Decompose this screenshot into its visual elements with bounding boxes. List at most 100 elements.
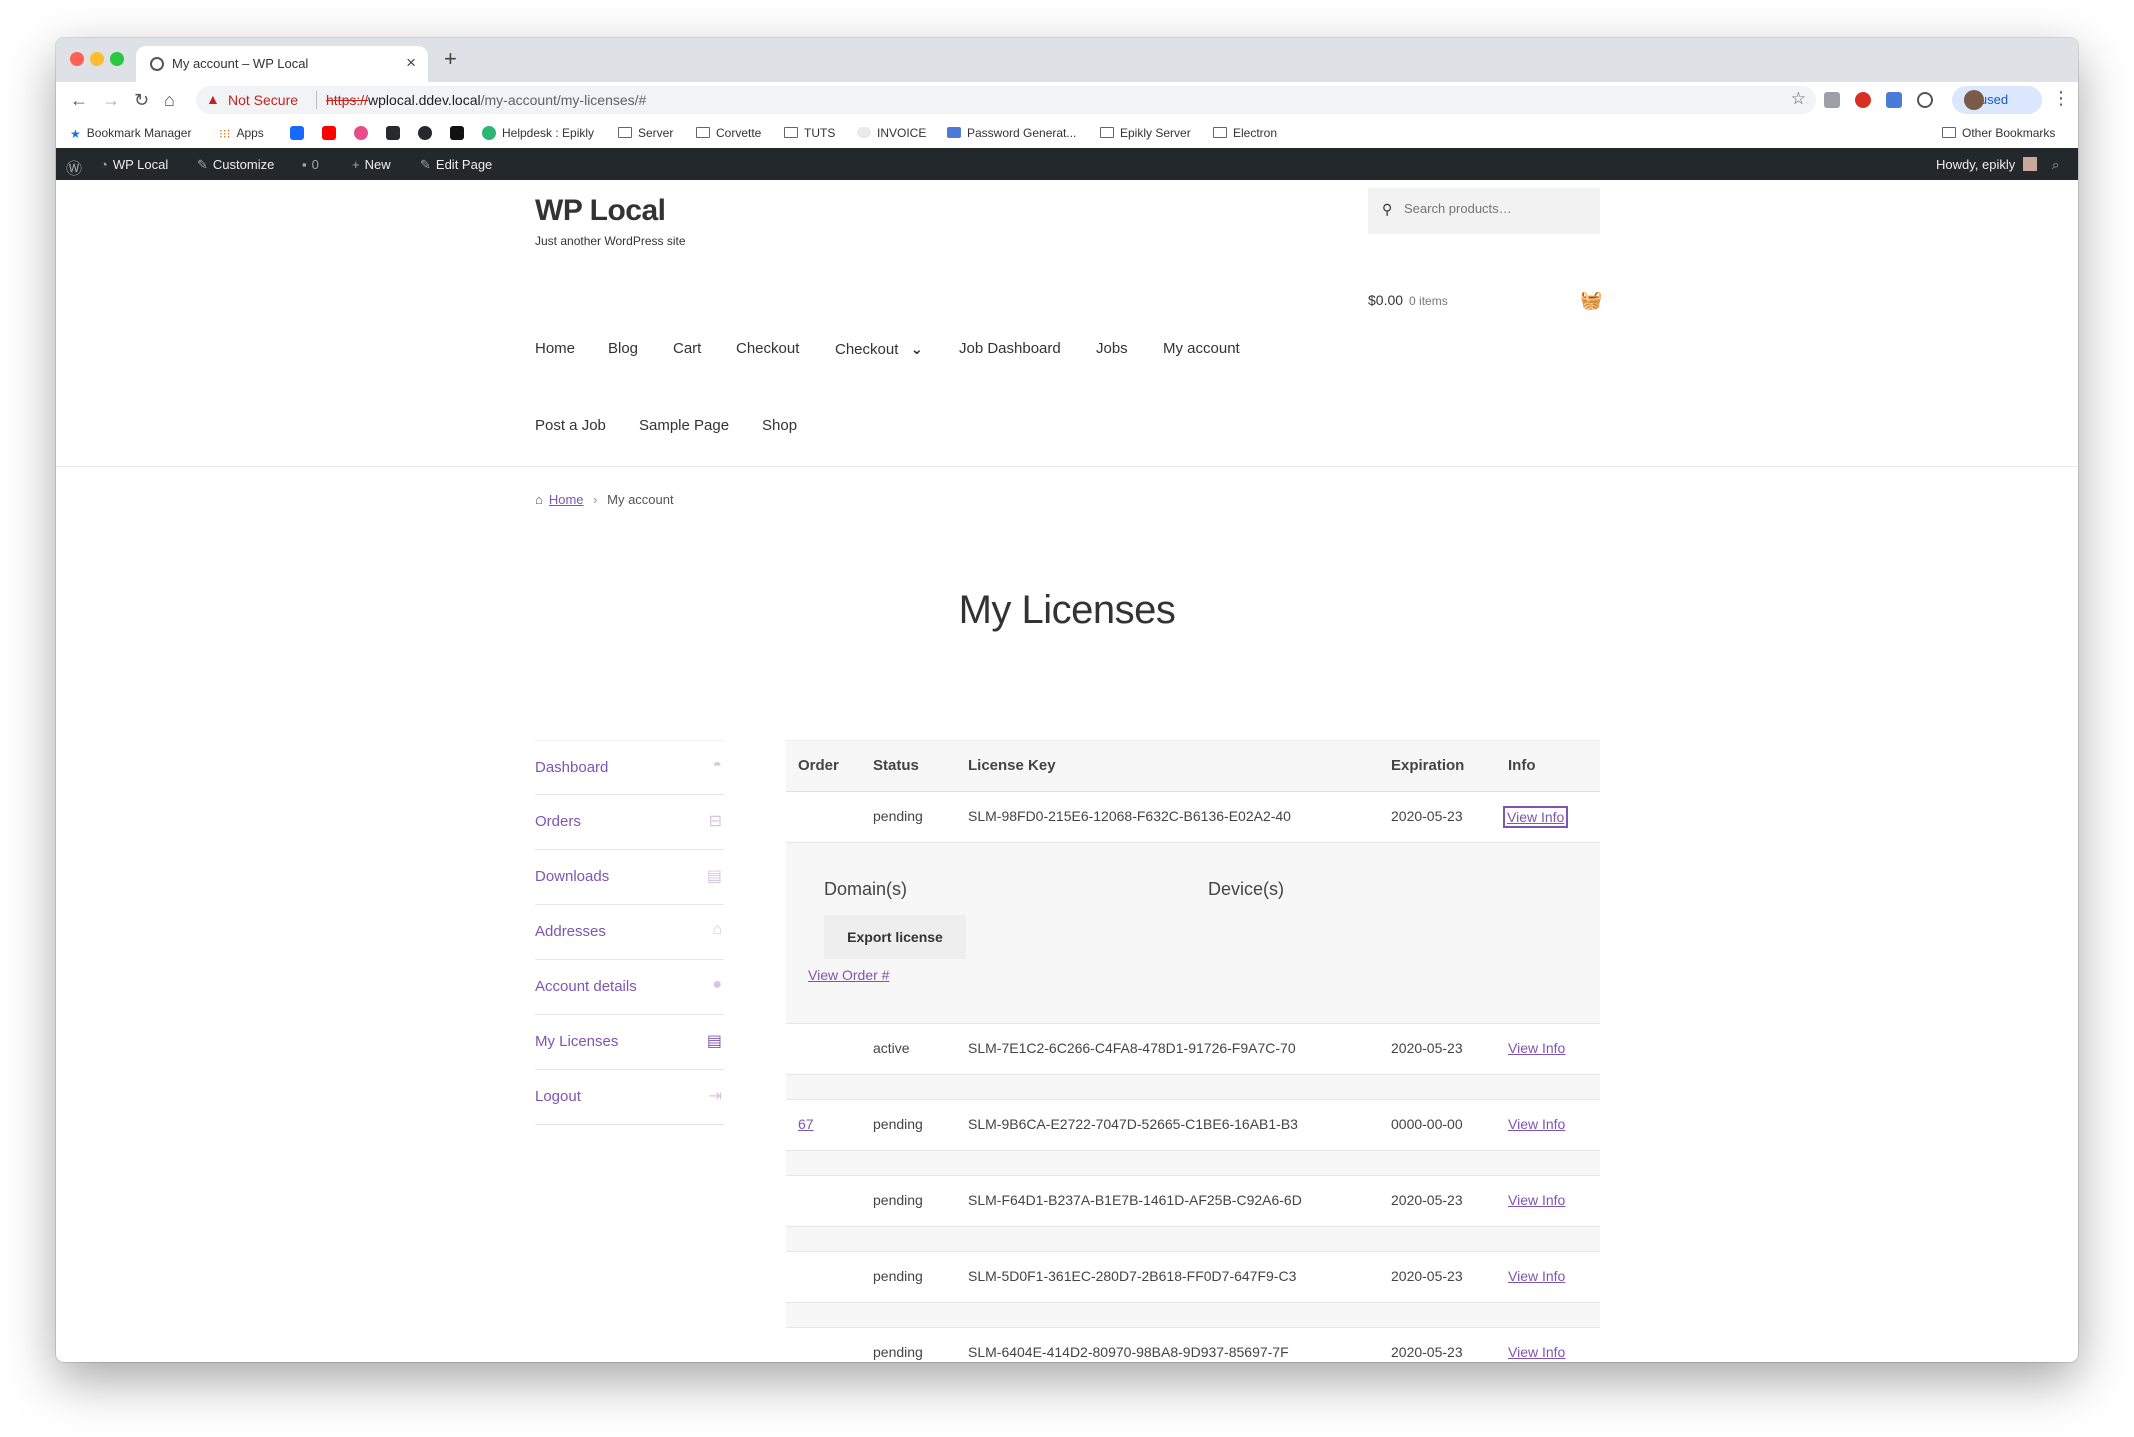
menu-item-post-a-job[interactable]: Post a Job [535, 417, 606, 434]
menu-item-home[interactable]: Home [535, 340, 575, 357]
view-info-link[interactable]: View Info [1508, 1344, 1565, 1360]
export-license-button[interactable]: Export license [824, 915, 966, 959]
tab-close-icon[interactable]: × [406, 53, 416, 73]
howdy-label: Howdy, epikly [1936, 157, 2016, 172]
bookmark-item[interactable]: Password Generat... [947, 126, 1076, 140]
reload-icon[interactable]: ↻ [134, 88, 149, 112]
account-nav-downloads[interactable]: Downloads ▤ [535, 850, 724, 905]
breadcrumb: ⌂ Home › My account [535, 492, 674, 507]
bookmark-item[interactable]: Helpdesk : Epikly [482, 126, 594, 140]
account-nav-addresses[interactable]: Addresses ⌂ [535, 905, 724, 960]
plex-icon [386, 126, 400, 140]
bookmark-star-icon[interactable]: ☆ [1791, 89, 1806, 109]
site-title[interactable]: WP Local [535, 194, 666, 228]
license-key-cell: SLM-9B6CA-E2722-7047D-52665-C1BE6-16AB1-… [968, 1116, 1298, 1132]
bookmark-label: INVOICE [877, 126, 927, 140]
bookmark-item[interactable]: Electron [1213, 126, 1277, 140]
zoom-window-button[interactable] [110, 52, 124, 66]
forward-arrow-icon[interactable]: → [102, 88, 120, 112]
view-order-link[interactable]: View Order # [808, 967, 889, 983]
new-tab-button[interactable]: + [444, 48, 457, 70]
bookmark-item[interactable] [418, 126, 438, 140]
adminbar-customize[interactable]: ✎ Customize [197, 157, 274, 173]
wordpress-logo-icon[interactable]: Ⓦ [66, 155, 82, 179]
order-link[interactable]: 67 [798, 1116, 814, 1132]
table-row: pending SLM-F64D1-B237A-B1E7B-1461D-AF25… [786, 1176, 1600, 1227]
bookmark-item[interactable]: TUTS [784, 126, 835, 140]
license-key-cell: SLM-5D0F1-361EC-280D7-2B618-FF0D7-647F9-… [968, 1268, 1297, 1284]
bookmark-item[interactable]: INVOICE [857, 126, 926, 140]
wp-admin-bar: Ⓦ ◔ WP Local ✎ Customize ▪ 0 + New ✎ Edit Pag… [56, 148, 2078, 180]
account-nav-dashboard[interactable]: Dashboard ◓ [535, 740, 724, 795]
account-nav-logout[interactable]: Logout ⇥ [535, 1070, 724, 1125]
bookmark-label: Helpdesk : Epikly [502, 126, 595, 140]
bookmark-item[interactable] [354, 126, 374, 140]
adminbar-edit-page[interactable]: ✎ Edit Page [420, 157, 492, 173]
other-bookmarks[interactable]: Other Bookmarks [1942, 126, 2055, 140]
bookmark-item[interactable]: Server [618, 126, 673, 140]
bookmark-item[interactable]: ★ Bookmark Manager [70, 126, 191, 141]
browser-toolbar: ← → ↻ ⌂ ▲ Not Secure https://wplocal.dde… [56, 82, 2078, 118]
browser-menu-icon[interactable]: ⋮ [2052, 88, 2070, 109]
status-cell: active [873, 1040, 910, 1056]
account-nav-orders[interactable]: Orders ⊟ [535, 795, 724, 850]
menu-item-jobs[interactable]: Jobs [1096, 340, 1128, 357]
account-nav-my-licenses[interactable]: My Licenses ▤ [535, 1015, 724, 1070]
url-path: /my-account/my-licenses/# [480, 92, 647, 108]
back-arrow-icon[interactable]: ← [70, 88, 88, 112]
adminbar-new[interactable]: + New [352, 157, 391, 172]
view-info-link[interactable]: View Info [1508, 1116, 1565, 1132]
adminbar-howdy[interactable]: Howdy, epikly [1936, 157, 2038, 172]
account-nav-label: Logout [535, 1088, 581, 1105]
adblock-extension-icon[interactable] [1855, 92, 1871, 108]
bookmark-item[interactable]: Corvette [696, 126, 761, 140]
menu-item-shop[interactable]: Shop [762, 417, 797, 434]
view-info-link[interactable]: View Info [1508, 1192, 1565, 1208]
minimize-window-button[interactable] [90, 52, 104, 66]
logout-icon: ⇥ [708, 1088, 722, 1105]
url-text[interactable]: https://wplocal.ddev.local/my-account/my… [326, 92, 646, 108]
account-navigation: Dashboard ◓ Orders ⊟ Downloads ▤ Addresses ⌂… [535, 740, 724, 1125]
home-icon[interactable]: ⌂ [164, 88, 175, 112]
menu-item-checkout[interactable]: Checkout [736, 340, 799, 357]
header-cart[interactable]: $0.00 0 items [1368, 292, 1448, 308]
bookmark-label: Electron [1233, 126, 1278, 140]
adminbar-search-icon[interactable]: ⌕ [2052, 157, 2059, 173]
page-content: WP Local Just another WordPress site ⚲ H… [56, 180, 2078, 1362]
table-row: pending SLM-6404E-414D2-80970-98BA8-9D93… [786, 1328, 1600, 1362]
folder-icon [696, 127, 710, 138]
adminbar-comments[interactable]: ▪ 0 [302, 157, 319, 172]
view-info-link[interactable]: View Info [1508, 1040, 1565, 1056]
close-window-button[interactable] [70, 52, 84, 66]
menu-item-checkout-dropdown[interactable]: Checkout ⌄ [835, 340, 923, 358]
table-header: Order Status License Key Expiration Info [786, 740, 1600, 792]
block-extension-icon[interactable] [1917, 92, 1933, 108]
address-divider [316, 91, 317, 109]
extension-icon[interactable] [1886, 92, 1902, 108]
basket-icon[interactable]: 🧺 [1580, 290, 1602, 311]
menu-item-my-account[interactable]: My account [1163, 340, 1240, 357]
bookmark-item[interactable]: Epikly Server [1100, 126, 1191, 140]
breadcrumb-home-link[interactable]: Home [549, 492, 584, 507]
product-search-input[interactable] [1404, 201, 1584, 216]
view-info-link[interactable]: View Info [1502, 806, 1569, 828]
browser-tab[interactable]: My account – WP Local × [136, 46, 428, 82]
view-info-link[interactable]: View Info [1508, 1268, 1565, 1284]
camera-extension-icon[interactable] [1824, 92, 1840, 108]
bookmark-item[interactable] [322, 126, 342, 140]
adminbar-site-name[interactable]: ◔ WP Local [100, 157, 168, 172]
folder-icon [1100, 127, 1114, 138]
bookmark-item[interactable] [450, 126, 470, 140]
menu-item-blog[interactable]: Blog [608, 340, 638, 357]
not-secure-label[interactable]: Not Secure [228, 92, 298, 108]
account-nav-account-details[interactable]: Account details ● [535, 960, 724, 1015]
profile-button[interactable]: Paused [1952, 86, 2042, 114]
license-key-cell: SLM-F64D1-B237A-B1E7B-1461D-AF25B-C92A6-… [968, 1192, 1302, 1208]
menu-item-cart[interactable]: Cart [673, 340, 701, 357]
bookmark-item[interactable] [290, 126, 310, 140]
menu-item-sample-page[interactable]: Sample Page [639, 417, 729, 434]
bookmark-item[interactable]: ⁝⁝⁝ Apps [219, 126, 264, 141]
bookmark-item[interactable] [386, 126, 406, 140]
menu-item-job-dashboard[interactable]: Job Dashboard [959, 340, 1061, 357]
address-bar[interactable]: ▲ Not Secure https://wplocal.ddev.local/… [196, 86, 1816, 114]
